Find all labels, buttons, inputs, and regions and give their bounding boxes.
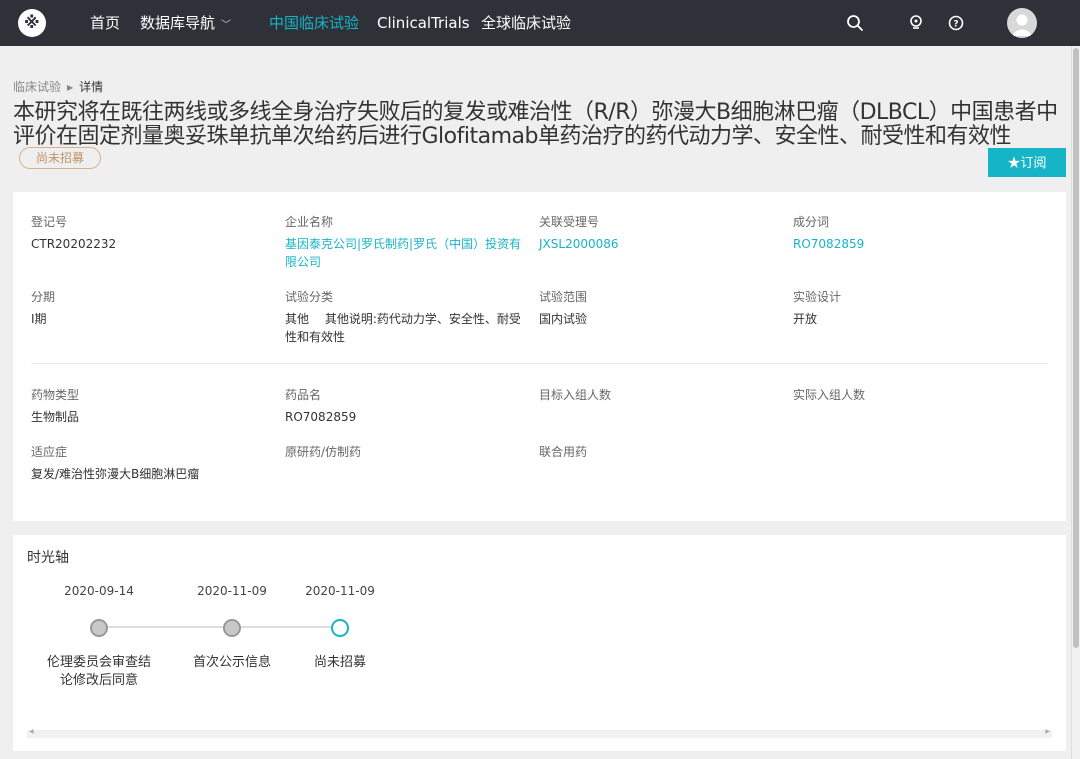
field-value: 生物制品 [31,410,80,424]
field-accept-no: 关联受理号 JXSL2000086 [539,214,779,253]
chevron-right-icon: ▶ [67,83,74,92]
status-badge: 尚未招募 [19,147,102,169]
field-label: 企业名称 [285,215,334,229]
breadcrumb-current: 详情 [79,80,104,94]
scrollbar-thumb[interactable] [1073,48,1079,648]
field-label: 实验设计 [793,290,842,304]
trial-info-card: 登记号 CTR20202232 企业名称 基因泰克公司|罗氏制药|罗氏（中国）投… [13,192,1066,521]
field-label: 实际入组人数 [793,388,866,402]
field-label: 登记号 [31,215,68,229]
timeline-card: 时光轴 2020-09-14 2020-11-09 2020-11-09 伦理委… [13,535,1066,751]
timeline-date: 2020-09-14 [64,584,134,598]
field-value: 复发/难治性弥漫大B细胞淋巴瘤 [31,467,200,481]
breadcrumb: 临床试验 ▶ 详情 [13,78,103,95]
field-label: 成分词 [793,215,830,229]
subscribe-button[interactable]: ★订阅 [988,148,1066,177]
field-drug-type: 药物类型 生物制品 [31,387,271,426]
timeline-dot-current [331,619,349,637]
field-scope: 试验范围 国内试验 [539,289,779,328]
field-combo: 联合用药 [539,444,779,465]
accept-no-link[interactable]: JXSL2000086 [539,235,779,253]
field-value: CTR20202232 [31,237,117,251]
user-icon [1011,14,1033,36]
field-label: 试验分类 [285,290,334,304]
help-icon[interactable]: ? [946,13,966,33]
timeline-dot [223,619,241,637]
field-value: I期 [31,312,47,326]
field-phase: 分期 I期 [31,289,271,328]
svg-text:?: ? [953,20,958,30]
horizontal-scrollbar[interactable]: ◀ ▶ [27,728,1052,738]
timeline-dot [90,619,108,637]
field-value: RO7082859 [285,410,357,424]
divider [31,363,1048,364]
timeline-heading: 时光轴 [27,550,69,566]
page-title: 本研究将在既往两线或多线全身治疗失败后的复发或难治性（R/R）弥漫大B细胞淋巴瘤… [13,101,1068,173]
page-title-text: 本研究将在既往两线或多线全身治疗失败后的复发或难治性（R/R）弥漫大B细胞淋巴瘤… [13,100,1058,149]
field-label: 目标入组人数 [539,388,612,402]
vertical-scrollbar[interactable] [1071,46,1080,759]
field-value: 国内试验 [539,312,588,326]
field-design: 实验设计 开放 [793,289,1033,328]
timeline-date: 2020-11-09 [197,584,267,598]
field-indication: 适应症 复发/难治性弥漫大B细胞淋巴瘤 [31,444,271,483]
field-drug-name: 药品名 RO7082859 [285,387,525,426]
field-label: 药物类型 [31,388,80,402]
nav-database-label: 数据库导航 [140,14,216,32]
scroll-right-icon[interactable]: ▶ [1045,728,1050,735]
field-label: 原研药/仿制药 [285,445,362,459]
field-label: 药品名 [285,388,322,402]
field-label: 试验范围 [539,290,588,304]
bulb-icon[interactable] [906,13,926,33]
field-target-enroll: 目标入组人数 [539,387,779,408]
field-original: 原研药/仿制药 [285,444,525,465]
company-link[interactable]: 基因泰克公司|罗氏制药|罗氏（中国）投资有限公司 [285,235,525,271]
field-value: 开放 [793,312,818,326]
field-component: 成分词 RO7082859 [793,214,1033,253]
nav-database[interactable]: 数据库导航 ﹀ [140,0,231,46]
timeline-event-text: 尚未招募 [313,655,366,670]
field-label: 联合用药 [539,445,588,459]
search-icon[interactable] [845,13,865,33]
chevron-down-icon: ﹀ [221,20,232,31]
nav-home[interactable]: 首页 [90,0,120,46]
logo-icon[interactable]: ※ [18,9,46,37]
breadcrumb-parent[interactable]: 临床试验 [13,80,61,94]
timeline-event-text: 伦理委员会审查结论修改后同意 [46,655,151,688]
field-category: 试验分类 其他 其他说明:药代动力学、安全性、耐受性和有效性 [285,289,525,346]
scroll-left-icon[interactable]: ◀ [29,728,34,735]
timeline-line [99,626,340,628]
nav-clinicaltrials[interactable]: ClinicalTrials [377,0,470,46]
field-label: 关联受理号 [539,215,600,229]
top-nav: ※ 首页 数据库导航 ﹀ 中国临床试验 ClinicalTrials 全球临床试验… [0,0,1080,46]
field-actual-enroll: 实际入组人数 [793,387,1033,408]
nav-global-trials[interactable]: 全球临床试验 [481,0,571,46]
field-reg-no: 登记号 CTR20202232 [31,214,271,253]
field-label: 适应症 [31,445,68,459]
field-label: 分期 [31,290,56,304]
timeline-event-text: 首次公示信息 [192,655,271,670]
field-value: 其他 其他说明:药代动力学、安全性、耐受性和有效性 [285,312,521,344]
timeline-date: 2020-11-09 [305,584,375,598]
field-company: 企业名称 基因泰克公司|罗氏制药|罗氏（中国）投资有限公司 [285,214,525,271]
user-avatar[interactable] [1007,8,1037,38]
nav-china-trials[interactable]: 中国临床试验 [269,0,359,46]
component-link[interactable]: RO7082859 [793,235,1033,253]
